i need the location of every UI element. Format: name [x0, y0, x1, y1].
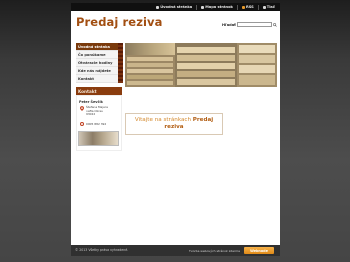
welcome-text: Vitajte na stránkach Predaj reziva	[126, 117, 222, 131]
contact-heading: Kontakt	[76, 87, 122, 95]
footer: © 2013 Všetky práva vyhradené. Tvorba we…	[71, 245, 280, 256]
rss-link-label: RSS	[245, 5, 254, 9]
location-pin-icon	[80, 106, 84, 111]
sitemap-link[interactable]: Mapa stránok	[199, 5, 235, 9]
webnode-button[interactable]: Webnode	[244, 247, 274, 254]
hero-lumber-image	[125, 43, 277, 87]
footer-note[interactable]: Tvorba webových stránok zdarma	[189, 249, 240, 253]
welcome-prefix: Vitajte na stránkach	[134, 117, 193, 123]
nav-item-hours[interactable]: Otváracie hodiny	[76, 59, 122, 67]
contact-name: Peter Ševčík	[79, 100, 103, 104]
nav-decoration	[118, 43, 123, 83]
print-icon	[262, 5, 266, 9]
welcome-box: Vitajte na stránkach Predaj reziva	[125, 113, 223, 135]
page-sheet: Predaj reziva Hľadať Úvodná stránka Čo p…	[71, 11, 280, 245]
nav-item-contact[interactable]: Kontakt	[76, 75, 122, 83]
nav-item-offer[interactable]: Čo ponúkame	[76, 51, 122, 59]
search-input[interactable]	[237, 22, 272, 27]
rss-icon	[241, 5, 245, 9]
contact-phone: 0905 882 392	[86, 122, 107, 126]
contact-box: Peter Ševčík Štefana Majera nafta Okres …	[76, 95, 122, 151]
top-bar: Úvodná stránka Mapa stránok RSS Tlač	[71, 3, 280, 11]
site-title[interactable]: Predaj reziva	[76, 15, 163, 29]
contact-address: Štefana Majera nafta Okres 93022	[86, 105, 108, 117]
divider	[236, 4, 238, 10]
sitemap-link-label: Mapa stránok	[205, 5, 233, 9]
rss-link[interactable]: RSS	[240, 5, 256, 9]
address-line: 93022	[86, 112, 96, 117]
nav-item-location[interactable]: Kde nás nájdete	[76, 67, 122, 75]
search-icon[interactable]	[272, 22, 277, 27]
print-link-label: Tlač	[266, 5, 275, 9]
divider	[257, 4, 259, 10]
print-link[interactable]: Tlač	[261, 5, 277, 9]
home-link[interactable]: Úvodná stránka	[154, 5, 194, 9]
footer-copyright: © 2013 Všetky práva vyhradené.	[75, 248, 129, 252]
phone-icon	[80, 122, 84, 126]
sitemap-icon	[201, 5, 205, 9]
home-link-label: Úvodná stránka	[160, 5, 193, 9]
home-icon	[156, 5, 160, 9]
search-label: Hľadať	[222, 23, 236, 27]
nav-item-home[interactable]: Úvodná stránka	[76, 43, 122, 51]
contact-map-image[interactable]	[78, 131, 119, 146]
sidebar-nav: Úvodná stránka Čo ponúkame Otváracie hod…	[76, 43, 122, 83]
divider	[196, 4, 198, 10]
